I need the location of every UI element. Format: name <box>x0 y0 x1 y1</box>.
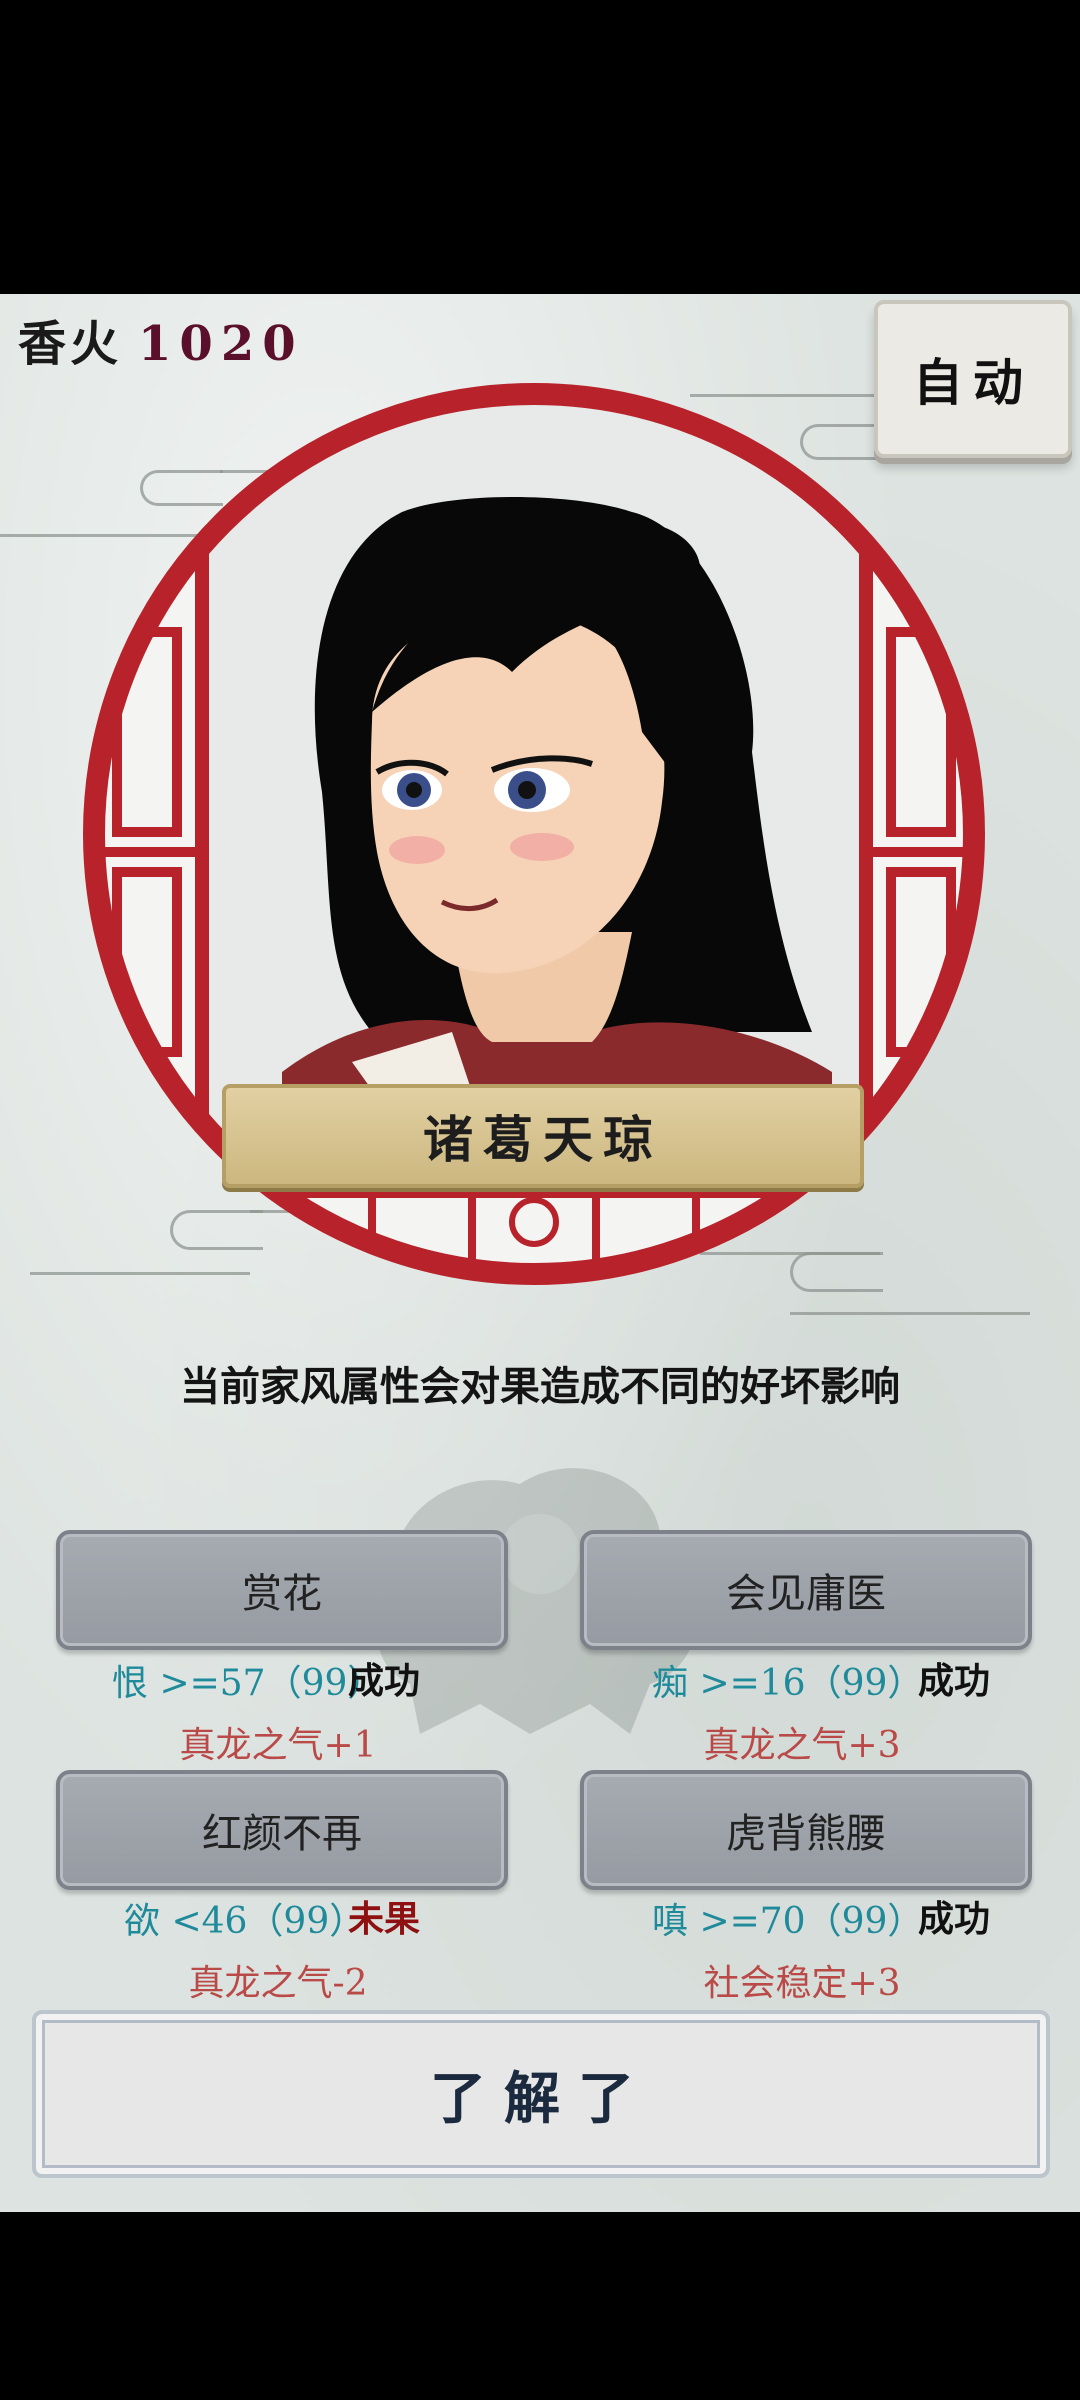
option-button-meet-quack-doctor[interactable]: 会见庸医 <box>580 1530 1032 1650</box>
option-effect: 真龙之气-2 <box>188 1963 368 2004</box>
option-status: 成功 <box>918 1898 991 1940</box>
character-name-plate: 诸葛天琼 <box>222 1084 864 1188</box>
option-effect: 真龙之气+3 <box>703 1725 901 1766</box>
description-text: 当前家风属性会对果造成不同的好坏影响 <box>180 1363 900 1410</box>
incense-value: 1020 <box>138 316 304 372</box>
option-condition: 恨 >=57（99） <box>112 1663 384 1704</box>
option-condition: 痴 >=16（99） <box>652 1663 924 1704</box>
option-condition: 欲 <46（99） <box>124 1901 366 1942</box>
incense-label: 香火 <box>18 316 123 372</box>
option-effect: 社会稳定+3 <box>703 1963 901 2004</box>
option-status: 未果 <box>348 1898 421 1940</box>
incense-counter: 香火 1020 <box>18 304 304 374</box>
option-button-fading-beauty[interactable]: 红颜不再 <box>56 1770 508 1890</box>
option-button-tiger-back-bear-waist[interactable]: 虎背熊腰 <box>580 1770 1032 1890</box>
option-condition: 嗔 >=70（99） <box>652 1901 924 1942</box>
option-button-appreciate-flowers[interactable]: 赏花 <box>56 1530 508 1650</box>
confirm-button[interactable]: 了解了 <box>32 2010 1050 2178</box>
option-status: 成功 <box>348 1660 421 1702</box>
option-effect: 真龙之气+1 <box>179 1725 377 1766</box>
option-status: 成功 <box>918 1660 991 1702</box>
cloud-line-decoration <box>790 1312 1030 1315</box>
event-result-screen: 香火 1020 自动 诸葛天琼 当前家风属性会对果造成不同的好坏影响 赏花 恨 … <box>0 294 1080 2212</box>
